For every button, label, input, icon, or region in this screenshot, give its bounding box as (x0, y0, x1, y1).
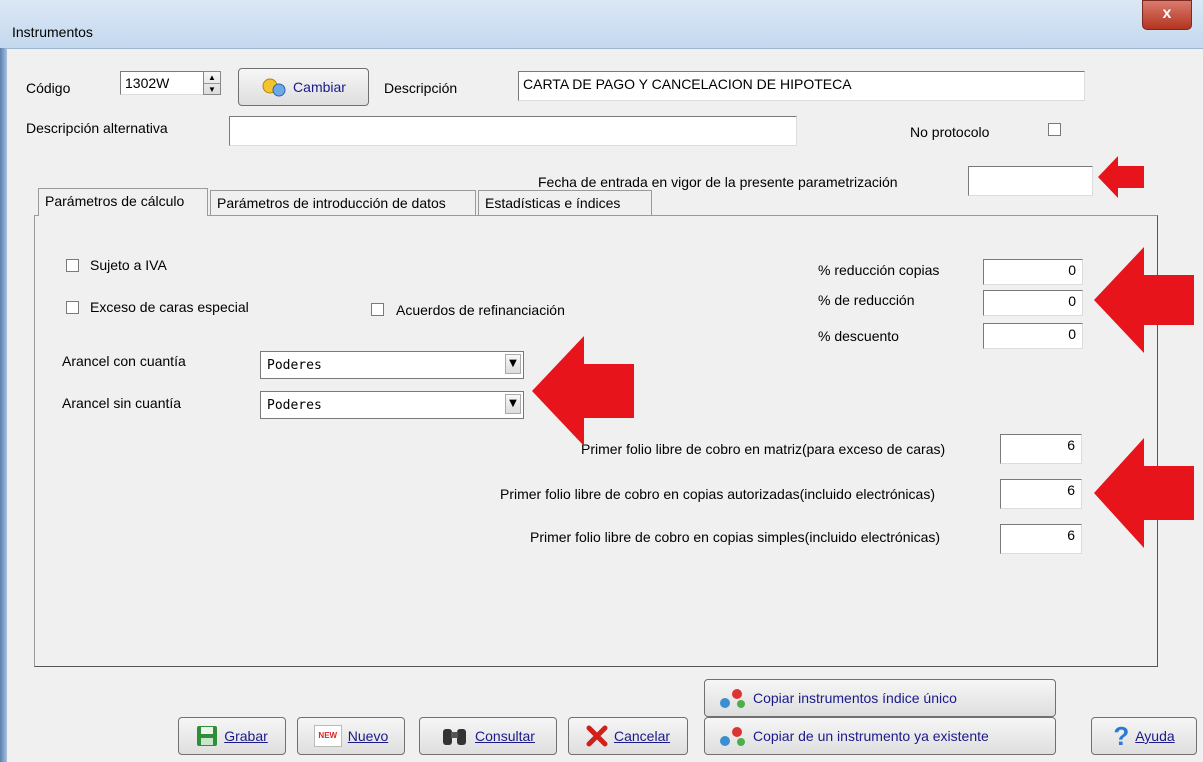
arancel-sin-value: Poderes (267, 398, 322, 413)
folio-autorizadas-input[interactable]: 6 (1000, 479, 1082, 509)
descuento-label: % descuento (818, 328, 899, 344)
title-bar: Instrumentos (0, 0, 1203, 49)
cancelar-label: Cancelar (613, 728, 671, 744)
cambiar-label: Cambiar (293, 79, 346, 95)
molecule-icon (720, 727, 745, 746)
codigo-input[interactable]: 1302W (120, 71, 204, 95)
window-title: Instrumentos (12, 24, 93, 40)
descripcion-input[interactable]: CARTA DE PAGO Y CANCELACION DE HIPOTECA (518, 71, 1085, 101)
descuento-input[interactable]: 0 (983, 323, 1083, 349)
window-border (0, 48, 7, 762)
exceso-caras-label: Exceso de caras especial (90, 299, 249, 315)
folio-matriz-label: Primer folio libre de cobro en matriz(pa… (581, 441, 946, 457)
chevron-down-icon[interactable]: ▼ (505, 354, 521, 374)
nuevo-label: Nuevo (347, 728, 389, 744)
copiar-existente-button[interactable]: Copiar de un instrumento ya existente (704, 717, 1056, 755)
grabar-label: Grabar (224, 728, 268, 744)
chevron-down-icon[interactable]: ▼ (505, 394, 521, 414)
copiar-indice-button[interactable]: Copiar instrumentos índice único (704, 679, 1056, 717)
no-protocolo-checkbox[interactable] (1048, 123, 1061, 136)
desc-alt-label: Descripción alternativa (26, 120, 168, 136)
acuerdos-checkbox[interactable] (371, 303, 384, 316)
folio-simples-label: Primer folio libre de cobro en copias si… (530, 529, 941, 545)
spin-up-icon[interactable]: ▲ (204, 72, 220, 84)
arancel-sin-select[interactable]: Poderes ▼ (260, 391, 524, 419)
binoculars-icon (443, 729, 467, 745)
save-icon (197, 726, 218, 746)
reduccion-input[interactable]: 0 (983, 290, 1083, 316)
tab-parametros-calculo[interactable]: Parámetros de cálculo (38, 188, 208, 216)
cancel-x-icon (586, 725, 608, 747)
sujeto-iva-label: Sujeto a IVA (90, 257, 167, 273)
annotation-arrow-percentages (1094, 247, 1194, 353)
arancel-con-value: Poderes (267, 358, 322, 373)
grabar-button[interactable]: Grabar (178, 717, 286, 755)
folio-matriz-input[interactable]: 6 (1000, 434, 1082, 464)
cambiar-button[interactable]: Cambiar (238, 68, 369, 106)
annotation-arrow-folios (1094, 438, 1194, 548)
arancel-con-select[interactable]: Poderes ▼ (260, 351, 524, 379)
sujeto-iva-checkbox[interactable] (66, 259, 79, 272)
copiar-existente-label: Copiar de un instrumento ya existente (753, 728, 989, 744)
consultar-label: Consultar (475, 728, 535, 744)
new-icon: NEW (313, 725, 342, 747)
folio-autorizadas-label: Primer folio libre de cobro en copias au… (500, 486, 935, 502)
codigo-label: Código (26, 80, 71, 96)
copiar-indice-label: Copiar instrumentos índice único (753, 690, 957, 706)
help-icon: ? (1113, 720, 1130, 751)
acuerdos-label: Acuerdos de refinanciación (396, 302, 565, 318)
consultar-button[interactable]: Consultar (419, 717, 557, 755)
annotation-arrow-fecha (1098, 156, 1144, 198)
fecha-input[interactable] (968, 166, 1093, 196)
exceso-caras-checkbox[interactable] (66, 301, 79, 314)
arancel-sin-label: Arancel sin cuantía (62, 395, 182, 411)
ayuda-button[interactable]: ? Ayuda (1091, 717, 1197, 755)
arancel-con-label: Arancel con cuantía (62, 353, 186, 369)
no-protocolo-label: No protocolo (910, 124, 990, 140)
reduccion-copias-label: % reducción copias (818, 262, 940, 278)
ayuda-label: Ayuda (1135, 728, 1175, 744)
folio-simples-input[interactable]: 6 (1000, 524, 1082, 554)
tab-estadisticas[interactable]: Estadísticas e índices (478, 190, 652, 216)
molecule-icon (720, 689, 745, 708)
nuevo-button[interactable]: NEW Nuevo (297, 717, 405, 755)
tab-parametros-introduccion[interactable]: Parámetros de introducción de datos (210, 190, 476, 216)
reduccion-label: % de reducción (818, 292, 915, 308)
close-button[interactable]: x (1142, 0, 1192, 30)
annotation-arrow-arancel (532, 336, 634, 446)
desc-alt-input[interactable] (229, 116, 797, 146)
codigo-spinner[interactable]: ▲ ▼ (203, 71, 221, 95)
descripcion-label: Descripción (384, 80, 458, 96)
fecha-label: Fecha de entrada en vigor de la presente… (538, 174, 898, 190)
cancelar-button[interactable]: Cancelar (568, 717, 688, 755)
change-icon (262, 78, 286, 97)
spin-down-icon[interactable]: ▼ (204, 84, 220, 95)
reduccion-copias-input[interactable]: 0 (983, 259, 1083, 285)
